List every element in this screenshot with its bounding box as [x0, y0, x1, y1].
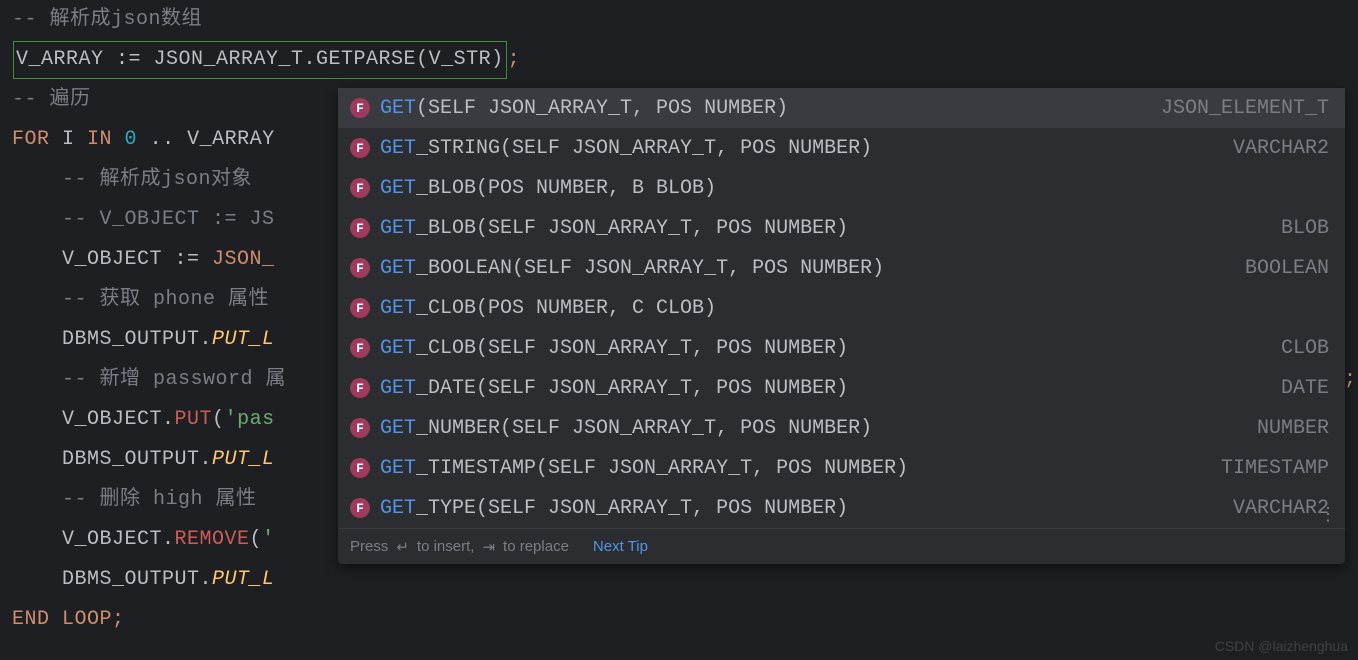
function-icon: F — [350, 98, 370, 118]
suggestion-return-type: VARCHAR2 — [1233, 497, 1329, 520]
code-line: DBMS_OUTPUT.PUT_L — [0, 560, 1358, 600]
function-icon: F — [350, 298, 370, 318]
suggestion-signature: GET(SELF JSON_ARRAY_T, POS NUMBER) — [380, 97, 1139, 120]
suggestion-signature: GET_TYPE(SELF JSON_ARRAY_T, POS NUMBER) — [380, 497, 1211, 520]
suggestion-return-type: BOOLEAN — [1245, 257, 1329, 280]
function-icon: F — [350, 178, 370, 198]
hint-text: to insert, — [417, 538, 475, 555]
suggestion-item[interactable]: F GET_TYPE(SELF JSON_ARRAY_T, POS NUMBER)… — [338, 488, 1345, 528]
suggestion-item[interactable]: F GET_BLOB(POS NUMBER, B BLOB) — [338, 168, 1345, 208]
suggestion-signature: GET_CLOB(SELF JSON_ARRAY_T, POS NUMBER) — [380, 337, 1259, 360]
suggestion-item[interactable]: F GET_NUMBER(SELF JSON_ARRAY_T, POS NUMBE… — [338, 408, 1345, 448]
key-tab-icon: ⇥ — [482, 538, 495, 556]
suggestion-return-type: CLOB — [1281, 337, 1329, 360]
function-icon: F — [350, 258, 370, 278]
suggestion-item[interactable]: F GET_DATE(SELF JSON_ARRAY_T, POS NUMBER)… — [338, 368, 1345, 408]
suggestion-signature: GET_NUMBER(SELF JSON_ARRAY_T, POS NUMBER… — [380, 417, 1235, 440]
suggestion-return-type: VARCHAR2 — [1233, 137, 1329, 160]
suggestion-signature: GET_TIMESTAMP(SELF JSON_ARRAY_T, POS NUM… — [380, 457, 1199, 480]
suggestion-return-type: BLOB — [1281, 217, 1329, 240]
popup-footer: Press ↵ to insert, ⇥ to replace Next Tip — [338, 528, 1345, 564]
function-icon: F — [350, 138, 370, 158]
suggestion-return-type: TIMESTAMP — [1221, 457, 1329, 480]
suggestion-item[interactable]: F GET_CLOB(SELF JSON_ARRAY_T, POS NUMBER)… — [338, 328, 1345, 368]
overhang-semicolon: ; — [1344, 368, 1356, 391]
suggestion-item[interactable]: F GET_STRING(SELF JSON_ARRAY_T, POS NUMBE… — [338, 128, 1345, 168]
suggestion-return-type: JSON_ELEMENT_T — [1161, 97, 1329, 120]
code-comment: -- 解析成json数组 — [0, 0, 1358, 40]
suggestion-signature: GET_BLOB(POS NUMBER, B BLOB) — [380, 177, 1307, 200]
watermark: CSDN @laizhenghua — [1215, 638, 1348, 654]
suggestion-item[interactable]: F GET_CLOB(POS NUMBER, C CLOB) — [338, 288, 1345, 328]
suggestion-signature: GET_BLOB(SELF JSON_ARRAY_T, POS NUMBER) — [380, 217, 1259, 240]
suggestion-signature: GET_STRING(SELF JSON_ARRAY_T, POS NUMBER… — [380, 137, 1211, 160]
hint-text: to replace — [503, 538, 569, 555]
function-icon: F — [350, 418, 370, 438]
function-icon: F — [350, 218, 370, 238]
suggestion-item[interactable]: F GET_TIMESTAMP(SELF JSON_ARRAY_T, POS NU… — [338, 448, 1345, 488]
suggestion-return-type: NUMBER — [1257, 417, 1329, 440]
suggestion-signature: GET_BOOLEAN(SELF JSON_ARRAY_T, POS NUMBE… — [380, 257, 1223, 280]
function-icon: F — [350, 338, 370, 358]
function-icon: F — [350, 458, 370, 478]
suggestion-return-type: DATE — [1281, 377, 1329, 400]
suggestion-item[interactable]: F GET_BOOLEAN(SELF JSON_ARRAY_T, POS NUMB… — [338, 248, 1345, 288]
autocomplete-popup[interactable]: F GET(SELF JSON_ARRAY_T, POS NUMBER) JSON_… — [338, 88, 1345, 564]
key-enter-icon: ↵ — [396, 538, 409, 556]
code-line: V_ARRAY := JSON_ARRAY_T.GETPARSE(V_STR); — [0, 40, 1358, 80]
suggestion-item[interactable]: F GET_BLOB(SELF JSON_ARRAY_T, POS NUMBER)… — [338, 208, 1345, 248]
code-line: END LOOP; — [0, 600, 1358, 640]
more-icon[interactable]: ⋮ — [1319, 504, 1337, 526]
next-tip-link[interactable]: Next Tip — [593, 538, 648, 555]
suggestion-signature: GET_CLOB(POS NUMBER, C CLOB) — [380, 297, 1307, 320]
suggestion-item[interactable]: F GET(SELF JSON_ARRAY_T, POS NUMBER) JSON_… — [338, 88, 1345, 128]
suggestion-signature: GET_DATE(SELF JSON_ARRAY_T, POS NUMBER) — [380, 377, 1259, 400]
highlighted-expr: V_ARRAY := JSON_ARRAY_T.GETPARSE(V_STR) — [12, 40, 508, 80]
function-icon: F — [350, 378, 370, 398]
function-icon: F — [350, 498, 370, 518]
hint-text: Press — [350, 538, 388, 555]
